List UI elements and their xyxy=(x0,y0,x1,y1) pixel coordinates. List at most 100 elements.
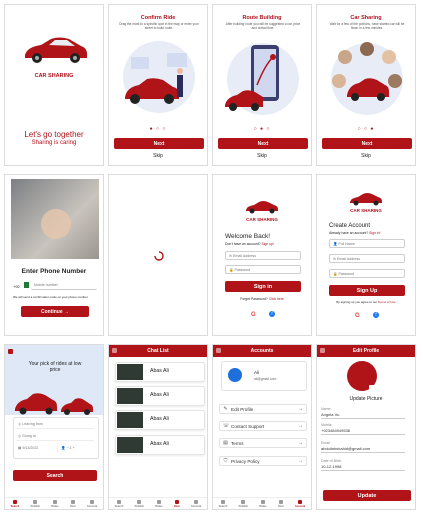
from-placeholder: Leaving from xyxy=(22,421,43,426)
name-input[interactable]: Angela Vu xyxy=(321,412,405,419)
mobile-input[interactable]: +923484949538 xyxy=(321,428,405,435)
forgot-link[interactable]: Click here xyxy=(269,297,284,301)
phone-number-screen: Enter Phone Number +92 Mobile number We … xyxy=(4,174,104,336)
nav-account[interactable]: Account xyxy=(190,499,202,508)
update-button[interactable]: Update xyxy=(323,490,411,501)
password-placeholder: Password xyxy=(338,271,355,276)
name-label: Name xyxy=(321,407,331,411)
skip-link[interactable]: Skip xyxy=(109,153,207,159)
search-icon xyxy=(221,499,225,504)
email-input[interactable]: abdullahshahid@gmail.com xyxy=(321,446,405,453)
google-icon[interactable]: G xyxy=(251,312,256,318)
account-name: Ali xyxy=(254,370,260,375)
pencil-icon: ✎ xyxy=(223,405,228,412)
brand-label: CAR SHARING xyxy=(34,73,74,79)
sign-up-button[interactable]: Sign Up xyxy=(329,285,405,296)
onboarding-confirm-ride: Confirm Ride Drag the mark to a specific… xyxy=(108,4,208,166)
back-icon[interactable] xyxy=(320,348,325,353)
chat-item[interactable]: Abas Ali xyxy=(115,410,205,430)
continue-label: Continue xyxy=(40,308,63,315)
loading-spinner-icon xyxy=(154,251,164,261)
row-label: Edit Profile xyxy=(231,406,254,412)
nav-label: Publish xyxy=(134,504,145,508)
document-icon: ▤ xyxy=(223,439,228,446)
search-icon xyxy=(13,499,17,504)
nav-label: Search xyxy=(114,504,124,508)
car-icon xyxy=(52,499,57,504)
terms-row[interactable]: ▤ Terms → xyxy=(219,438,307,448)
password-field[interactable]: 🔒 Password xyxy=(329,269,405,278)
plus-icon xyxy=(33,499,38,504)
nav-chat[interactable]: Chat xyxy=(70,499,76,508)
signup-prompt-text: Don't have an account? xyxy=(225,242,261,246)
onboarding-text: After building route you will be suggest… xyxy=(225,22,301,30)
nav-search[interactable]: Search xyxy=(219,499,227,508)
privacy-policy-row[interactable]: ⛉ Privacy Policy → xyxy=(219,456,307,466)
nav-search[interactable]: Search xyxy=(11,499,19,508)
google-icon[interactable]: G xyxy=(355,313,360,319)
menu-icon[interactable] xyxy=(112,348,117,353)
menu-icon[interactable] xyxy=(216,348,221,353)
nav-rides[interactable]: Rides xyxy=(155,499,162,508)
dob-input[interactable]: 10-12-1998 xyxy=(321,464,405,471)
facebook-icon[interactable]: f xyxy=(269,311,275,317)
signin-prompt-text: Already have an account? xyxy=(329,231,369,235)
country-code[interactable]: +92 xyxy=(13,284,20,289)
edit-profile-row[interactable]: ✎ Edit Profile → xyxy=(219,404,307,414)
password-field[interactable]: 🔒 Password xyxy=(225,265,301,274)
chat-item[interactable]: Abas Ali xyxy=(115,362,205,382)
chat-icon xyxy=(70,499,75,504)
to-field[interactable]: ◎ Going to xyxy=(15,431,95,441)
facebook-icon[interactable]: f xyxy=(373,312,379,318)
nav-chat[interactable]: Chat xyxy=(278,499,284,508)
camera-icon[interactable] xyxy=(369,385,376,391)
profile-card[interactable]: Ali ali@gmail.com xyxy=(221,361,307,391)
sign-in-button[interactable]: Sign in xyxy=(225,281,301,292)
terms-link[interactable]: Terms of Use xyxy=(378,300,396,304)
chat-item[interactable]: Abas Ali xyxy=(115,386,205,406)
accounts-screen: Accounts Ali ali@gmail.com ✎ Edit Profile… xyxy=(212,344,312,510)
email-field[interactable]: ✉ Email Address xyxy=(329,254,405,263)
next-button[interactable]: Next xyxy=(218,138,308,149)
contact-support-row[interactable]: ☏ Contact Support → xyxy=(219,421,307,431)
update-picture-link[interactable]: Update Picture xyxy=(317,396,415,402)
date-field[interactable]: ▦ 9/13/2022 xyxy=(15,443,53,453)
car-logo xyxy=(350,193,382,206)
menu-icon[interactable] xyxy=(8,349,13,354)
person-icon xyxy=(90,499,95,504)
brand-label: CAR SHARING xyxy=(350,208,382,213)
email-label: Email xyxy=(321,441,330,445)
nav-chat[interactable]: Chat xyxy=(174,499,180,508)
signin-link[interactable]: Sign in! xyxy=(369,231,380,235)
from-field[interactable]: ◎ Leaving from xyxy=(15,419,95,429)
nav-rides[interactable]: Rides xyxy=(259,499,266,508)
avatar xyxy=(117,412,143,428)
nav-publish[interactable]: Publish xyxy=(239,499,248,508)
chat-item[interactable]: Abas Ali xyxy=(115,435,205,455)
seats-field[interactable]: 👤 − 1 + xyxy=(57,443,95,453)
skip-link[interactable]: Skip xyxy=(213,153,311,159)
email-field[interactable]: ✉ Email Address xyxy=(225,251,301,260)
nav-account[interactable]: Account xyxy=(295,499,305,508)
skip-link[interactable]: Skip xyxy=(317,153,415,159)
hero-photo xyxy=(11,179,99,259)
next-button[interactable]: Next xyxy=(322,138,412,149)
avatar xyxy=(117,364,143,380)
search-button[interactable]: Search xyxy=(13,470,97,481)
nav-label: Account xyxy=(190,504,202,508)
nav-rides[interactable]: Rides xyxy=(51,499,58,508)
accounts-header: Accounts xyxy=(213,345,311,357)
nav-account[interactable]: Account xyxy=(87,499,97,508)
login-screen: CAR SHARING Welcome Back! Don't have an … xyxy=(212,174,312,336)
next-button[interactable]: Next xyxy=(114,138,204,149)
continue-button[interactable]: Continue → xyxy=(21,306,89,317)
full-name-field[interactable]: 👤 Full Name xyxy=(329,239,405,248)
mobile-input[interactable]: Mobile number xyxy=(31,281,97,290)
nav-publish[interactable]: Publish xyxy=(31,499,40,508)
nav-search[interactable]: Search xyxy=(114,499,124,508)
email-placeholder: Email Address xyxy=(337,256,360,261)
nav-publish[interactable]: Publish xyxy=(134,499,145,508)
page-dots: ○ ● ○ xyxy=(253,126,271,132)
signup-link[interactable]: Sign up! xyxy=(261,242,273,246)
bottom-nav: Search Publish Rides Chat Account xyxy=(213,497,311,509)
